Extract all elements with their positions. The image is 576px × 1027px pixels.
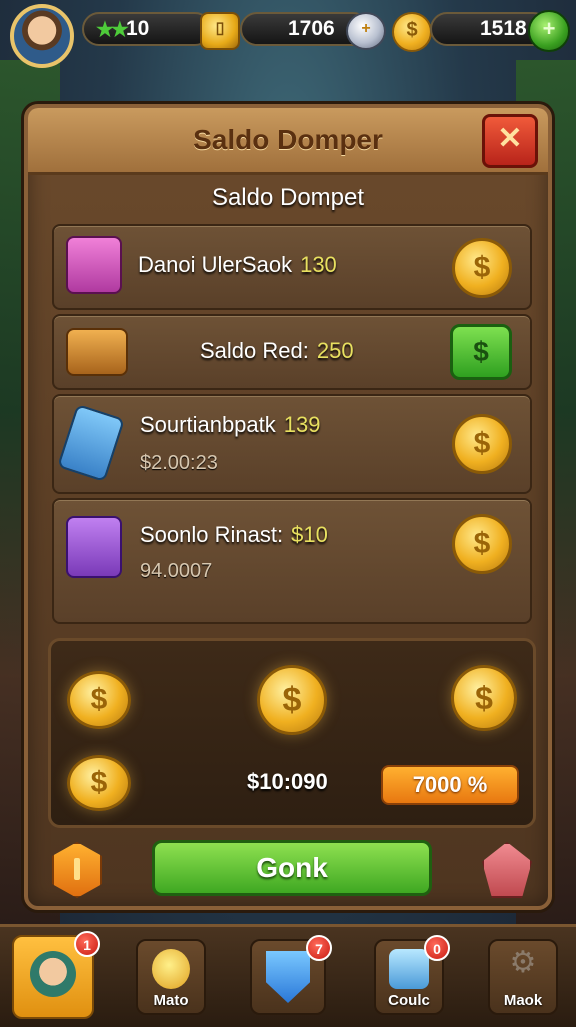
coin-icon: $ [392, 12, 432, 52]
player-avatar[interactable] [10, 4, 74, 68]
nav-label: Coulc [388, 992, 430, 1009]
add-cash-button[interactable]: + [528, 10, 570, 52]
gold-block-icon: ▯ [200, 12, 240, 50]
row-sublabel: 94.0007 [140, 560, 213, 582]
notification-badge: 7 [306, 935, 332, 961]
coin-total: $10:090 [247, 769, 328, 794]
phone-icon [57, 403, 125, 483]
jar-icon [389, 949, 429, 989]
shield-icon [266, 951, 310, 1003]
nav-shield[interactable]: 7 [250, 935, 332, 1015]
wallet-row[interactable]: Soonlo Rinast: $10 94.0007 $ [52, 498, 532, 624]
coin-reward-box: $ $ $ $ $10:090 7000 % [48, 638, 536, 828]
wallet-row[interactable]: Saldo Red: 250 $ [52, 314, 532, 390]
coin-icon: $ [67, 671, 131, 729]
panel-subtitle: Saldo Dompet [211, 184, 365, 211]
row-amount: 130 [300, 252, 337, 277]
stars-value: 10 [126, 17, 150, 40]
row-label: Sourtianbpatk [140, 412, 276, 437]
row-label: Soonlo Rinast: [140, 522, 284, 547]
row-amount: $10 [291, 522, 328, 547]
gift-box-icon [66, 236, 122, 294]
close-button[interactable]: ✕ [482, 114, 538, 168]
stars-counter: ★★ 10 [82, 12, 212, 46]
spellbook-icon [66, 516, 122, 578]
gem-icon[interactable] [482, 842, 532, 898]
coin-icon: $ [452, 414, 512, 474]
buy-coins-button[interactable]: 7000 % [381, 765, 519, 805]
treasure-chest-icon [66, 328, 128, 376]
wallet-list: Danoi UlerSaok 130 $ Saldo Red: 250 $ Sour… [52, 224, 532, 624]
coin-icon: $ [67, 755, 131, 811]
row-sublabel: $2.00:23 [140, 452, 218, 474]
coin-icon: $ [452, 238, 512, 298]
wallet-row[interactable]: Danoi UlerSaok 130 $ [52, 224, 532, 310]
coin-icon: $ [451, 665, 517, 731]
hex-gem-icon[interactable] [52, 842, 102, 898]
cash-icon: $ [450, 324, 512, 380]
row-amount: 250 [316, 338, 354, 363]
confirm-button[interactable]: Gonk [152, 840, 432, 896]
nav-label: Mato [153, 992, 189, 1009]
row-label: Saldo Red: [200, 338, 309, 363]
nav-profile[interactable]: 1 [12, 931, 100, 1019]
wallet-panel: Saldo Domper ✕ Saldo Dompet Danoi UlerSa… [24, 104, 552, 910]
bottom-navigation: 1 Mato 7 Coulc 0 ⚙ Maok [0, 924, 576, 1027]
plus-gold-button[interactable]: + [346, 12, 386, 50]
cash-value: 1518 [480, 17, 527, 40]
nav-mato[interactable]: Mato [136, 939, 206, 1015]
row-amount: 139 [283, 412, 321, 437]
gear-icon: ⚙ [509, 946, 537, 979]
nav-coulc[interactable]: Coulc 0 [374, 935, 450, 1015]
coins-value: 1706 [288, 17, 335, 40]
panel-header: Saldo Domper ✕ [28, 108, 548, 175]
top-resource-bar: ★★ 10 ▯ 1706 + $ 1518 + [0, 0, 576, 68]
notification-badge: 0 [424, 935, 450, 961]
nav-maok[interactable]: ⚙ Maok [488, 939, 558, 1015]
row-label: Danoi UlerSaok [138, 252, 293, 277]
panel-title: Saldo Domper [193, 124, 383, 155]
wallet-row[interactable]: Sourtianbpatk 139 $2.00:23 $ [52, 394, 532, 494]
coin-icon: $ [452, 514, 512, 574]
coin-icon: $ [257, 665, 327, 735]
fruit-character-icon [152, 949, 190, 989]
notification-badge: 1 [74, 931, 100, 957]
nav-label: Maok [503, 992, 543, 1009]
character-icon [30, 951, 76, 997]
star-icon: ★★ [96, 19, 129, 41]
